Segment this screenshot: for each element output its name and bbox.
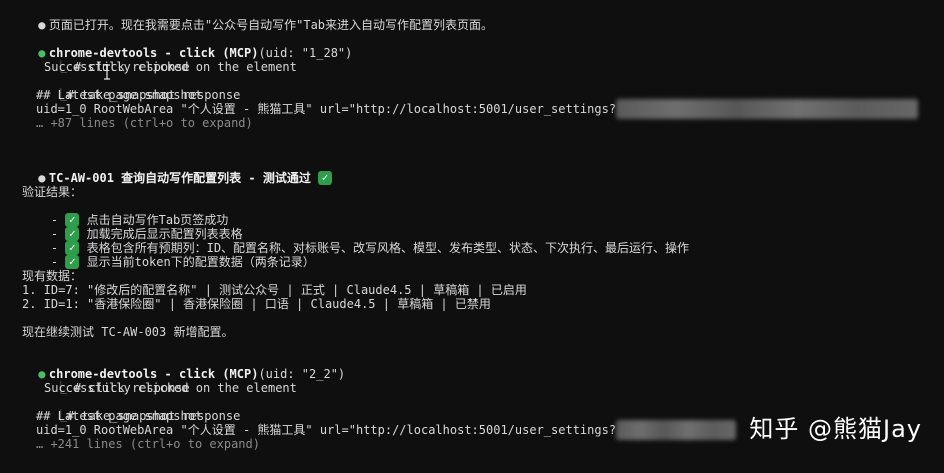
- expand-hint[interactable]: … +241 lines (ctrl+o to expand): [36, 437, 260, 451]
- result-item: - ✓ 表格包含所有预期列：ID、配置名称、对标账号、改写风格、模型、发布类型、…: [22, 227, 689, 255]
- result-item: - ✓ 加载完成后显示配置列表表格: [22, 213, 243, 241]
- click-response-text: Successfully clicked on the element: [44, 381, 297, 395]
- next-step-text: 现在继续测试 TC-AW-003 新增配置。: [22, 325, 234, 339]
- click-response-header: ⎿ # click response: [26, 46, 190, 74]
- snapshot-response-header: ⎿# take_snapshot response: [26, 74, 240, 102]
- intro-line: ● 页面已打开。现在我需要点击"公众号自动写作"Tab来进入自动写作配置列表页面。: [6, 4, 493, 32]
- test-title: TC-AW-001 查询自动写作配置列表 - 测试通过: [48, 171, 311, 185]
- check-icon: ✓: [65, 255, 80, 269]
- check-icon: ✓: [318, 171, 333, 185]
- tool-action: click (MCP): [178, 46, 259, 60]
- snapshot-response-header: ⎿# take_snapshot response: [26, 395, 240, 423]
- data-row: 1. ID=7: "修改后的配置名称" | 测试公众号 | 正式 | Claud…: [22, 283, 527, 297]
- message-bullet: ●: [38, 18, 46, 32]
- test-title-line: ● TC-AW-001 查询自动写作配置列表 - 测试通过 ✓: [6, 157, 333, 185]
- redacted-region: [616, 99, 918, 119]
- result-item: - ✓ 点击自动写作Tab页签成功: [22, 199, 228, 227]
- expand-hint[interactable]: … +87 lines (ctrl+o to expand): [36, 116, 253, 130]
- snapshot-url-line: uid=1_0 RootWebArea "个人设置 - 熊猫工具" url="h…: [36, 102, 617, 116]
- tool-args: (uid: "1_28"): [258, 46, 353, 60]
- text-cursor-icon: [104, 64, 110, 80]
- redacted-region: [616, 420, 736, 440]
- snapshot-subtitle: ## Latest page snapshot: [36, 88, 203, 102]
- list-dash: -: [50, 255, 66, 269]
- tool-call-1-header: ● chrome-devtools - click (MCP)(uid: "1_2…: [6, 32, 352, 60]
- tool-args: (uid: "2_2"): [258, 367, 346, 381]
- result-item: - ✓ 显示当前token下的配置数据（两条记录）: [22, 241, 315, 269]
- tool-action: click (MCP): [178, 367, 259, 381]
- watermark-logo: 知乎 @熊猫Jay: [749, 415, 922, 443]
- snapshot-subtitle: ## Latest page snapshot: [36, 409, 203, 423]
- terminal-window: ● 页面已打开。现在我需要点击"公众号自动写作"Tab来进入自动写作配置列表页面。…: [0, 0, 944, 473]
- result-text: 显示当前token下的配置数据（两条记录）: [86, 255, 315, 269]
- data-row: 2. ID=1: "香港保险圈" | 香港保险圈 | 口语 | Claude4.…: [22, 297, 491, 311]
- tool-call-2-header: ● chrome-devtools - click (MCP)(uid: "2_2…: [6, 353, 345, 381]
- message-bullet: ●: [38, 171, 46, 185]
- intro-text: 页面已打开。现在我需要点击"公众号自动写作"Tab来进入自动写作配置列表页面。: [48, 18, 494, 32]
- results-label: 验证结果：: [22, 185, 83, 199]
- snapshot-url-line: uid=1_0 RootWebArea "个人设置 - 熊猫工具" url="h…: [36, 423, 617, 437]
- click-response-header: ⎿ # click response: [26, 367, 190, 395]
- data-label: 现有数据：: [22, 269, 83, 283]
- click-response-text: Successfully clicked on the element: [44, 60, 297, 74]
